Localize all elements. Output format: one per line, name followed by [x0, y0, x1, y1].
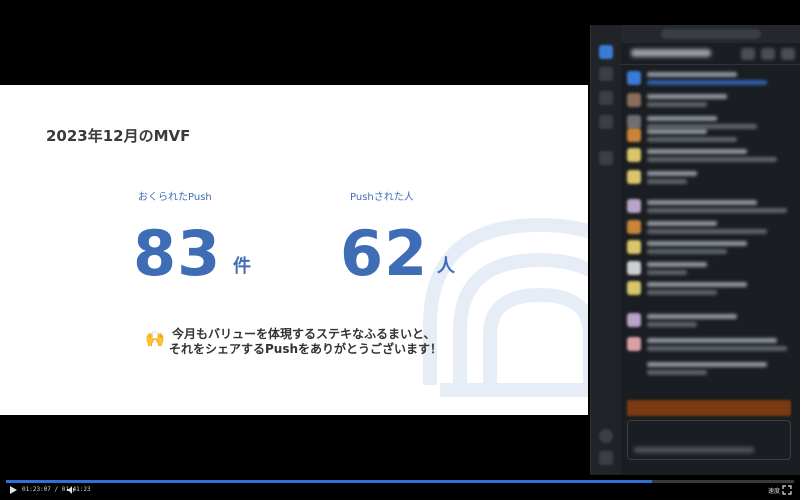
workspace-rail — [591, 25, 621, 475]
slide-title: 2023年12月のMVF — [46, 127, 191, 145]
stat-value-sent: 83 — [133, 217, 222, 290]
stat-label-sent: おくられたPush — [138, 192, 212, 203]
chat-search-input[interactable] — [661, 29, 761, 39]
message-row — [627, 281, 795, 299]
progress-bar[interactable] — [6, 480, 794, 483]
fullscreen-icon[interactable] — [782, 485, 792, 495]
message-composer[interactable] — [627, 420, 791, 460]
more-icon[interactable] — [599, 151, 613, 165]
message-row — [627, 93, 795, 111]
composer-toolbar[interactable] — [634, 447, 754, 453]
add-icon[interactable] — [599, 429, 613, 443]
members-button[interactable] — [741, 48, 755, 60]
dm-icon[interactable] — [599, 91, 613, 105]
huddle-button[interactable] — [761, 48, 775, 60]
stat-unit-received: 人 — [437, 256, 455, 277]
message-row — [627, 361, 795, 379]
chat-app-panel — [590, 25, 800, 475]
message-row — [627, 170, 795, 188]
message-row — [627, 148, 795, 166]
speed-button[interactable]: 速度 — [768, 486, 780, 495]
message-row — [627, 199, 795, 217]
notice-banner[interactable] — [627, 400, 791, 416]
stat-value-received: 62 — [340, 217, 429, 290]
message-row — [627, 128, 795, 146]
message-row — [627, 313, 795, 331]
decorative-arches — [423, 217, 588, 397]
activity-icon[interactable] — [599, 115, 613, 129]
stat-unit-sent: 件 — [233, 256, 251, 277]
message-row — [627, 220, 795, 238]
channel-menu-button[interactable] — [781, 48, 795, 60]
channel-name[interactable] — [631, 49, 711, 57]
workspace-icon[interactable] — [599, 45, 613, 59]
avatar[interactable] — [599, 451, 613, 465]
player-controls: 01:23:07 / 01:41:23 速度 — [0, 478, 800, 500]
progress-fill — [6, 480, 653, 483]
presentation-slide: 2023年12月のMVF おくられたPush 83 件 Pushされた人 62 … — [0, 85, 588, 415]
video-player: 2023年12月のMVF おくられたPush 83 件 Pushされた人 62 … — [0, 0, 800, 500]
message-row — [627, 337, 795, 355]
home-icon[interactable] — [599, 67, 613, 81]
time-display: 01:23:07 / 01:41:23 — [22, 486, 91, 493]
message-line-2: それをシェアするPushをありがとうございます！ — [169, 342, 443, 356]
channel-header — [621, 43, 800, 65]
message-row — [627, 261, 795, 279]
play-icon[interactable] — [8, 485, 18, 495]
raising-hands-icon: 🙌 — [145, 329, 165, 348]
stat-label-received: Pushされた人 — [350, 192, 414, 203]
message-row — [627, 71, 795, 89]
volume-icon[interactable] — [66, 485, 76, 495]
chat-top-bar — [621, 25, 800, 43]
message-row — [627, 240, 795, 258]
